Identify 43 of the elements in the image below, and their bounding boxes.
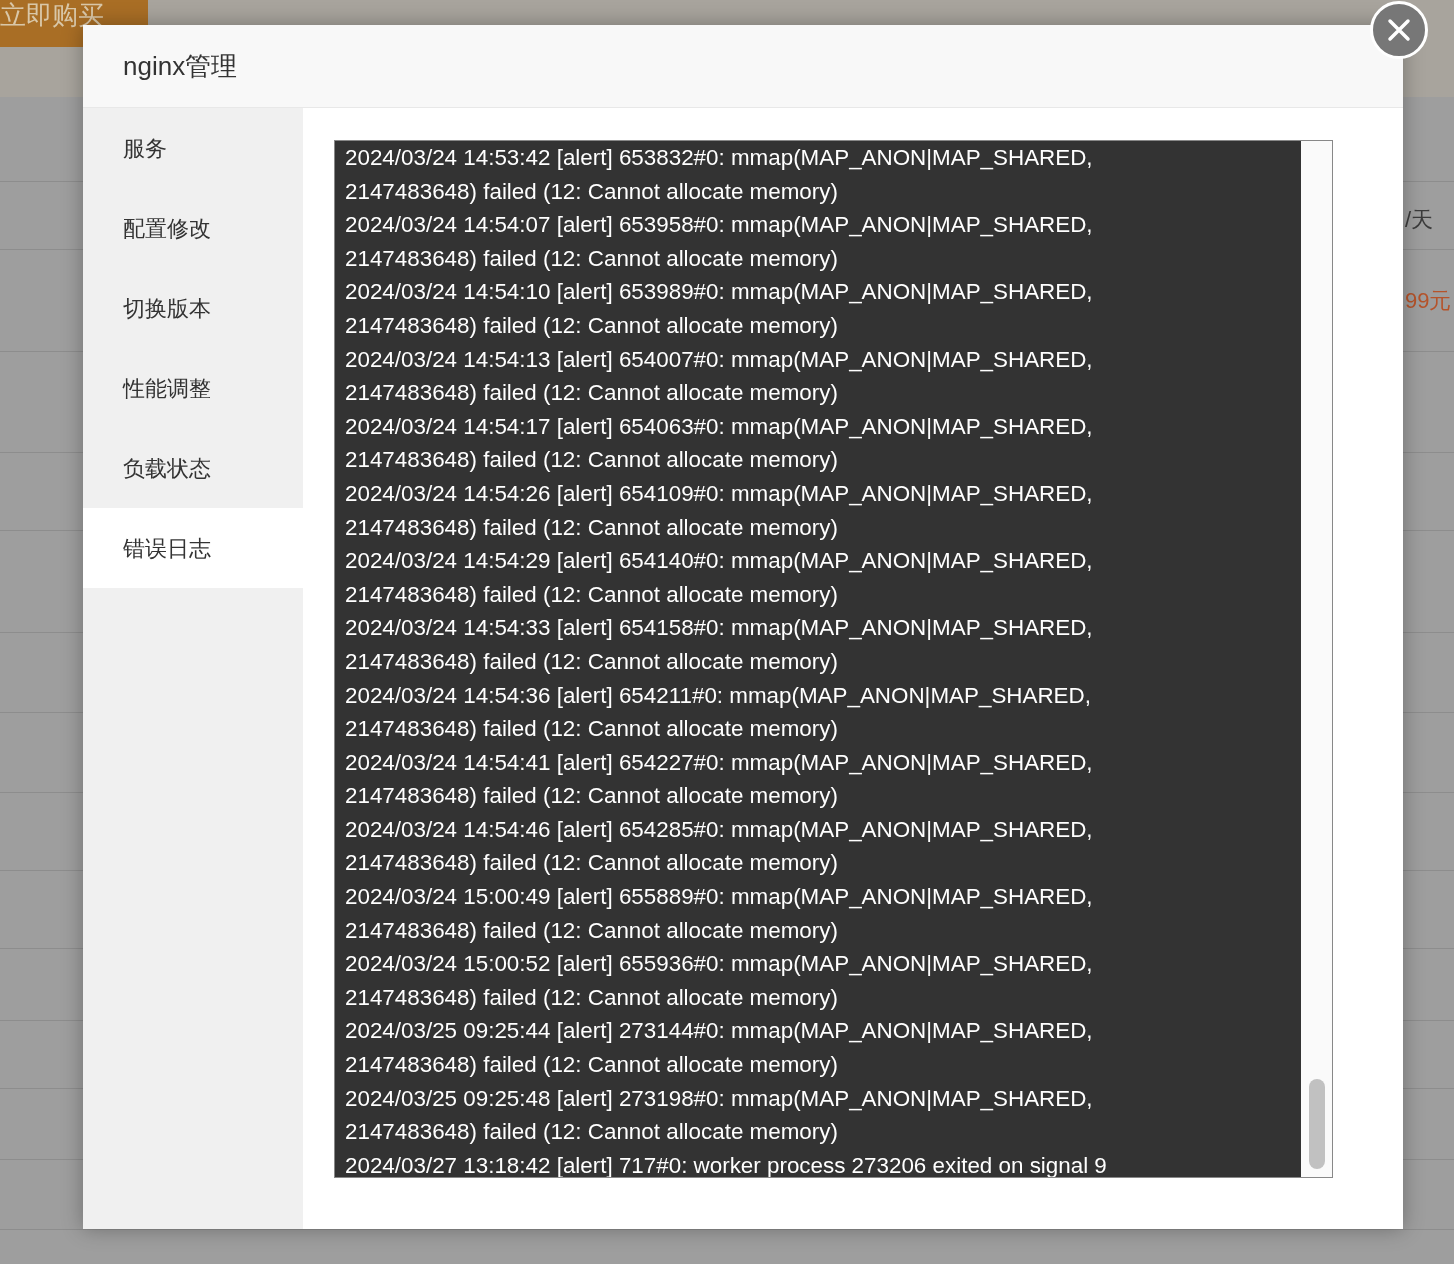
log-line: 2147483648) failed (12: Cannot allocate memory) <box>345 446 839 475</box>
log-line: 2147483648) failed (12: Cannot allocate memory) <box>345 580 839 609</box>
log-line: 2024/03/25 09:25:44 [alert] 273144#0: mmap(MAP_ANON|MAP_SHARED, <box>345 1017 1094 1046</box>
price-text: 99元 <box>1405 287 1452 315</box>
log-line: 2024/03/24 15:00:49 [alert] 655889#0: mmap(MAP_ANON|MAP_SHARED, <box>345 883 1094 912</box>
log-line: 2147483648) failed (12: Cannot allocate memory) <box>345 983 839 1012</box>
log-line: 2147483648) failed (12: Cannot allocate memory) <box>345 379 839 408</box>
log-line: 2024/03/24 14:53:42 [alert] 653832#0: mmap(MAP_ANON|MAP_SHARED, <box>345 144 1094 172</box>
log-line: 2024/03/25 09:25:48 [alert] 273198#0: mmap(MAP_ANON|MAP_SHARED, <box>345 1084 1094 1113</box>
log-line: 2147483648) failed (12: Cannot allocate memory) <box>345 311 839 340</box>
log-line: 2147483648) failed (12: Cannot allocate memory) <box>345 244 839 273</box>
sidebar-item[interactable]: 切换版本 <box>83 268 303 348</box>
log-line: 2024/03/24 14:54:07 [alert] 653958#0: mmap(MAP_ANON|MAP_SHARED, <box>345 211 1094 240</box>
log-line: 2024/03/24 14:54:36 [alert] 654211#0: mmap(MAP_ANON|MAP_SHARED, <box>345 681 1092 710</box>
log-line: 2024/03/24 14:54:33 [alert] 654158#0: mmap(MAP_ANON|MAP_SHARED, <box>345 614 1094 643</box>
log-line: 2147483648) failed (12: Cannot allocate memory) <box>345 1051 839 1080</box>
scrollbar[interactable] <box>1301 141 1332 1177</box>
log-line: 2024/03/24 14:54:13 [alert] 654007#0: mmap(MAP_ANON|MAP_SHARED, <box>345 345 1094 374</box>
sidebar-item[interactable]: 服务 <box>83 108 303 188</box>
log-line: 2147483648) failed (12: Cannot allocate memory) <box>345 1118 839 1147</box>
log-line: 2024/03/24 14:54:26 [alert] 654109#0: mmap(MAP_ANON|MAP_SHARED, <box>345 479 1094 508</box>
price-unit: /天 <box>1405 206 1434 234</box>
log-line: 2024/03/24 14:54:41 [alert] 654227#0: mmap(MAP_ANON|MAP_SHARED, <box>345 748 1094 777</box>
log-line: 2024/03/24 14:54:10 [alert] 653989#0: mmap(MAP_ANON|MAP_SHARED, <box>345 278 1094 307</box>
log-line: 2147483648) failed (12: Cannot allocate memory) <box>345 782 839 811</box>
sidebar-item[interactable]: 负载状态 <box>83 428 303 508</box>
close-icon <box>1386 17 1412 43</box>
log-line: 2024/03/24 15:00:52 [alert] 655936#0: mmap(MAP_ANON|MAP_SHARED, <box>345 950 1094 979</box>
log-line: 2024/03/24 14:54:46 [alert] 654285#0: mmap(MAP_ANON|MAP_SHARED, <box>345 815 1094 844</box>
log-line: 2024/03/27 13:18:42 [alert] 717#0: worker process 273206 exited on signal 9 <box>345 1151 1108 1177</box>
dialog-title: nginx管理 <box>123 49 238 83</box>
log-line: 2024/03/24 14:54:29 [alert] 654140#0: mmap(MAP_ANON|MAP_SHARED, <box>345 547 1094 576</box>
log-line: 2147483648) failed (12: Cannot allocate memory) <box>345 715 839 744</box>
log-line: 2024/03/24 14:54:17 [alert] 654063#0: mmap(MAP_ANON|MAP_SHARED, <box>345 412 1094 441</box>
scrollbar-thumb[interactable] <box>1308 1079 1325 1169</box>
sidebar-item[interactable]: 错误日志 <box>83 508 303 588</box>
log-line: 2147483648) failed (12: Cannot allocate memory) <box>345 916 839 945</box>
sidebar-item[interactable]: 配置修改 <box>83 188 303 268</box>
log-line: 2147483648) failed (12: Cannot allocate memory) <box>345 513 839 542</box>
sidebar-item[interactable]: 性能调整 <box>83 348 303 428</box>
log-line: 2147483648) failed (12: Cannot allocate memory) <box>345 177 839 206</box>
log-line: 2147483648) failed (12: Cannot allocate memory) <box>345 647 839 676</box>
log-line: 2147483648) failed (12: Cannot allocate memory) <box>345 849 839 878</box>
